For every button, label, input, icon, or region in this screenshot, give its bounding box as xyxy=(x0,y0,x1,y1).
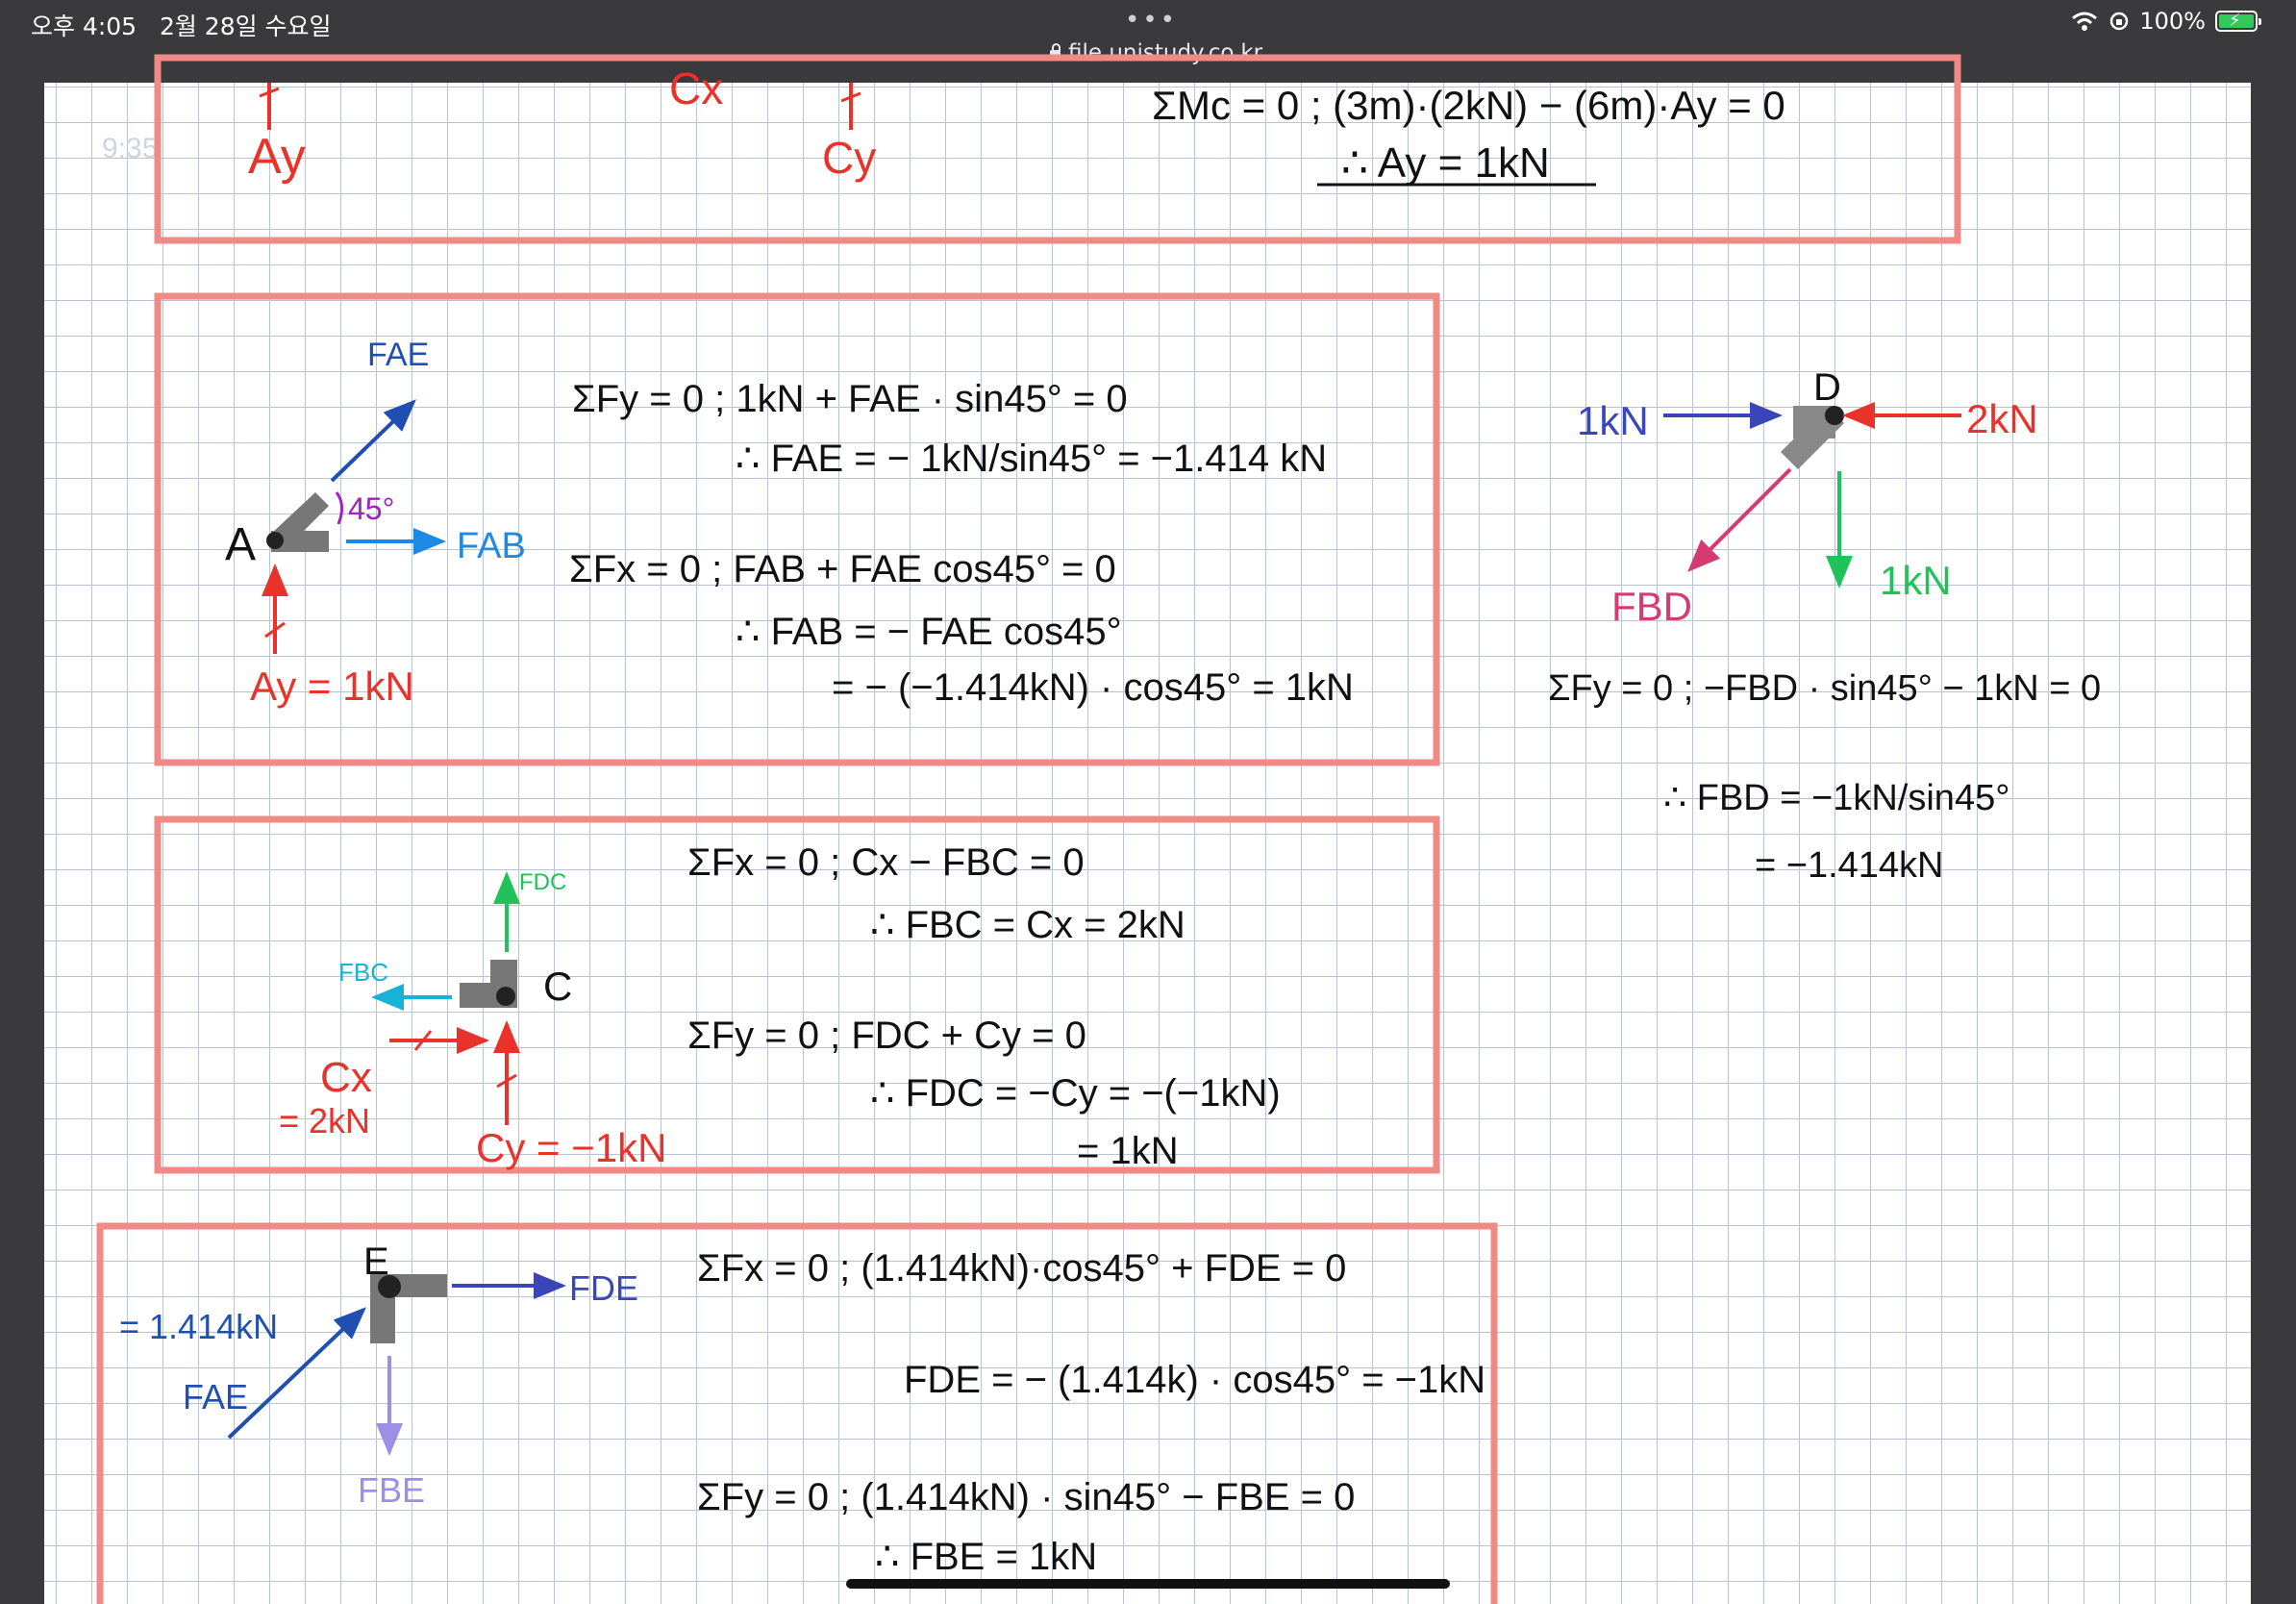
angle-label: 45° xyxy=(348,491,394,526)
joint-c-node xyxy=(496,987,515,1006)
joint-c-box: FDC FBC C Cx = 2kN Cy = −1kN ΣFx = 0 ; C… xyxy=(154,815,1440,1174)
handwritten-notes: Ay Cx Cy ΣMc = 0 ; (3m)·(2kN) − (6m)·Ay … xyxy=(96,54,2101,1604)
joint-a-box: FAE 45° A FAB Ay = 1kN ΣFy = 0 ; 1kN + F… xyxy=(154,292,1440,766)
cy-label: Cy xyxy=(822,133,876,183)
eq-fbd: ∴ FBD = −1kN/sin45° xyxy=(1663,778,2009,818)
fde-label: FDE xyxy=(569,1268,638,1308)
reaction-label-1kn: 1kN xyxy=(1880,558,1952,603)
eq-e-fx: ΣFx = 0 ; (1.414kN)·cos45° + FDE = 0 xyxy=(697,1247,1346,1290)
fbc-label: FBC xyxy=(338,958,388,987)
eq-ay: ∴ Ay = 1kN xyxy=(1341,139,1550,187)
node-d-label: D xyxy=(1813,366,1841,409)
fbd-label: FBD xyxy=(1611,584,1692,629)
eq-fbe: ∴ FBE = 1kN xyxy=(875,1536,1097,1578)
joint-d-node xyxy=(1825,406,1844,425)
eq-fbd-value: = −1.414kN xyxy=(1755,845,1943,886)
eq-c-fy: ΣFy = 0 ; FDC + Cy = 0 xyxy=(687,1015,1086,1057)
eq-moment: ΣMc = 0 ; (3m)·(2kN) − (6m)·Ay = 0 xyxy=(1152,83,1785,128)
ay-label: Ay = 1kN xyxy=(250,664,414,709)
eq-fab-value: = − (−1.414kN) · cos45° = 1kN xyxy=(832,666,1354,709)
eq-d-fy: ΣFy = 0 ; −FBD · sin45° − 1kN = 0 xyxy=(1548,668,2101,709)
fbd-arrow xyxy=(1687,467,1792,572)
node-c-label: C xyxy=(543,964,572,1009)
fae-label: FAE xyxy=(183,1377,248,1416)
eq-fde: FDE = − (1.414k) · cos45° = −1kN xyxy=(904,1359,1485,1401)
angle-arc xyxy=(335,491,343,525)
load-label-2kn: 2kN xyxy=(1966,396,2038,441)
fab-label: FAB xyxy=(457,526,526,566)
cx-value: = 2kN xyxy=(279,1101,370,1140)
cx-label: Cx xyxy=(669,63,723,113)
node-a-label: A xyxy=(225,519,256,570)
joint-e-box: E FDE = 1.414kN FAE FBE ΣFx = 0 ; (1.414… xyxy=(96,1222,1498,1604)
eq-fdc: ∴ FDC = −Cy = −(−1kN) xyxy=(870,1072,1281,1115)
eq-fab: ∴ FAB = − FAE cos45° xyxy=(736,611,1122,653)
eq-fdc-value: = 1kN xyxy=(1077,1130,1179,1172)
top-box: Ay Cx Cy ΣMc = 0 ; (3m)·(2kN) − (6m)·Ay … xyxy=(154,54,1961,244)
eq-c-fx: ΣFx = 0 ; Cx − FBC = 0 xyxy=(687,841,1085,884)
fbe-label: FBE xyxy=(358,1470,425,1510)
ay-label: Ay xyxy=(248,129,306,185)
joint-e-node xyxy=(378,1275,401,1298)
eq-fx: ΣFx = 0 ; FAB + FAE cos45° = 0 xyxy=(569,548,1116,590)
home-indicator[interactable] xyxy=(846,1579,1450,1589)
load-label-1kn: 1kN xyxy=(1577,398,1649,443)
eq-fbc: ∴ FBC = Cx = 2kN xyxy=(870,904,1185,946)
eq-fae: ∴ FAE = − 1kN/sin45° = −1.414 kN xyxy=(736,438,1327,480)
fae-arrow xyxy=(330,399,416,483)
eq-fy: ΣFy = 0 ; 1kN + FAE · sin45° = 0 xyxy=(572,378,1128,420)
fae-value: = 1.414kN xyxy=(119,1307,278,1346)
fdc-label: FDC xyxy=(519,869,566,895)
joint-d-diagram: 1kN D 2kN FBD 1kN ΣFy = 0 ; −FBD · sin45… xyxy=(1548,366,2101,886)
eq-e-fy: ΣFy = 0 ; (1.414kN) · sin45° − FBE = 0 xyxy=(697,1476,1355,1518)
joint-a-node xyxy=(266,532,284,549)
cy-value: Cy = −1kN xyxy=(476,1125,666,1170)
fae-label: FAE xyxy=(367,337,429,373)
cx-label: Cx xyxy=(320,1054,372,1101)
